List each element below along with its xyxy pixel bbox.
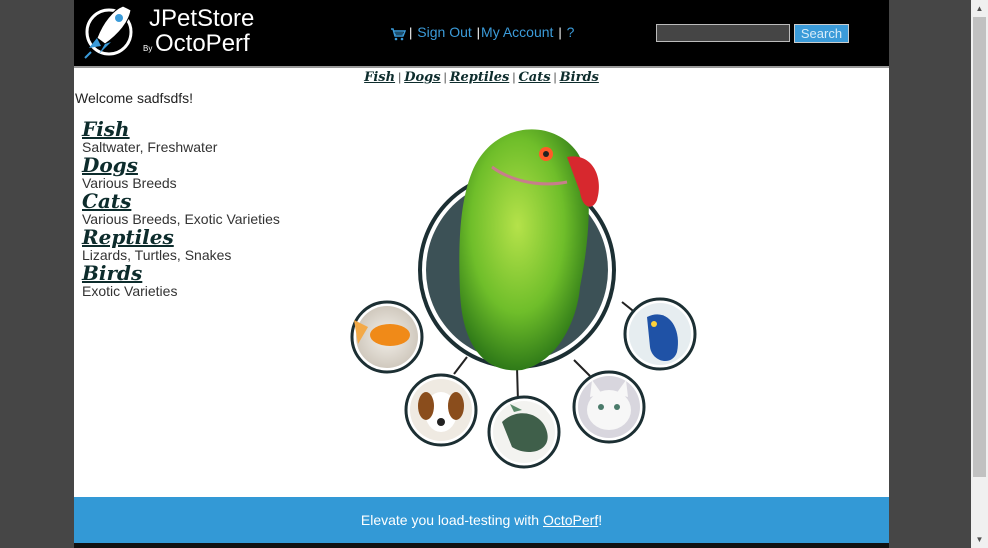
page: JPetStore By OctoPerf | Sign Out |My Acc… bbox=[74, 0, 889, 548]
quick-link-dogs[interactable]: Dogs bbox=[404, 70, 440, 85]
search-button[interactable]: Search bbox=[794, 24, 849, 43]
category-description: Various Breeds bbox=[82, 175, 177, 191]
category-cats: Cats Various Breeds, Exotic Varieties bbox=[82, 190, 280, 226]
footer-bottom-bar bbox=[74, 543, 889, 548]
category-link-dogs[interactable]: Dogs bbox=[82, 154, 280, 176]
cart-icon[interactable] bbox=[390, 27, 407, 44]
quick-link-reptiles[interactable]: Reptiles bbox=[450, 70, 510, 85]
category-link-cats[interactable]: Cats bbox=[82, 190, 280, 212]
scroll-up-icon[interactable]: ▲ bbox=[971, 0, 988, 17]
quick-link-separator: | bbox=[443, 70, 447, 84]
quick-link-separator: | bbox=[512, 70, 516, 84]
fish-hotspot[interactable] bbox=[350, 300, 424, 374]
category-description: Lizards, Turtles, Snakes bbox=[82, 247, 232, 263]
bird-hotspot[interactable] bbox=[418, 129, 616, 371]
octoperf-link[interactable]: OctoPerf bbox=[543, 512, 598, 528]
reptile-hotspot[interactable] bbox=[487, 395, 561, 469]
logo-brand: JPetStore bbox=[149, 5, 254, 33]
bird-hotspot-small[interactable] bbox=[623, 297, 697, 371]
header-divider bbox=[74, 66, 889, 68]
header-menu: | Sign Out |My Account | ? bbox=[390, 24, 574, 44]
quick-link-separator: | bbox=[398, 70, 402, 84]
quick-links: Fish | Dogs | Reptiles | Cats | Birds bbox=[74, 70, 889, 85]
category-description: Various Breeds, Exotic Varieties bbox=[82, 211, 280, 227]
quick-link-cats[interactable]: Cats bbox=[518, 70, 550, 85]
search-input[interactable] bbox=[656, 24, 790, 42]
sign-out-link[interactable]: Sign Out bbox=[417, 24, 471, 40]
category-description: Saltwater, Freshwater bbox=[82, 139, 218, 155]
scroll-down-icon[interactable]: ▼ bbox=[971, 531, 988, 548]
vertical-scrollbar[interactable]: ▲ ▼ bbox=[971, 0, 988, 548]
menu-separator: | bbox=[558, 25, 562, 40]
footer: Elevate you load-testing with OctoPerf! bbox=[74, 497, 889, 543]
category-sidebar: Fish Saltwater, Freshwater Dogs Various … bbox=[82, 118, 280, 298]
welcome-message: Welcome sadfsdfs! bbox=[75, 90, 193, 106]
category-link-birds[interactable]: Birds bbox=[82, 262, 280, 284]
scroll-thumb[interactable] bbox=[973, 17, 986, 477]
welcome-prefix: Welcome bbox=[75, 90, 137, 106]
logo-octoperf: OctoPerf bbox=[155, 30, 250, 57]
header: JPetStore By OctoPerf | Sign Out |My Acc… bbox=[74, 0, 889, 66]
logo-brand-part2: Store bbox=[197, 5, 255, 32]
quick-link-separator: | bbox=[553, 70, 557, 84]
category-dogs: Dogs Various Breeds bbox=[82, 154, 280, 190]
category-fish: Fish Saltwater, Freshwater bbox=[82, 118, 280, 154]
pet-image-map bbox=[350, 129, 697, 469]
logo[interactable]: JPetStore By OctoPerf bbox=[83, 2, 263, 62]
help-link[interactable]: ? bbox=[567, 24, 575, 40]
category-description: Exotic Varieties bbox=[82, 283, 178, 299]
category-link-reptiles[interactable]: Reptiles bbox=[82, 226, 280, 248]
logo-by: By bbox=[143, 44, 153, 53]
menu-separator: | bbox=[409, 25, 413, 40]
welcome-username: sadfsdfs bbox=[136, 90, 190, 106]
category-reptiles: Reptiles Lizards, Turtles, Snakes bbox=[82, 226, 280, 262]
logo-brand-part1: JPet bbox=[149, 5, 198, 32]
category-birds: Birds Exotic Varieties bbox=[82, 262, 280, 298]
category-link-fish[interactable]: Fish bbox=[82, 118, 280, 140]
my-account-link[interactable]: My Account bbox=[481, 24, 553, 40]
quick-link-fish[interactable]: Fish bbox=[364, 70, 395, 85]
cat-hotspot[interactable] bbox=[572, 370, 646, 444]
footer-suffix: ! bbox=[598, 512, 603, 528]
footer-text: Elevate you load-testing with bbox=[360, 512, 543, 528]
rocket-logo-icon bbox=[84, 5, 133, 59]
dog-hotspot[interactable] bbox=[404, 373, 478, 447]
menu-separator: | bbox=[476, 25, 481, 40]
quick-link-birds[interactable]: Birds bbox=[560, 70, 599, 85]
welcome-suffix: ! bbox=[189, 90, 194, 106]
